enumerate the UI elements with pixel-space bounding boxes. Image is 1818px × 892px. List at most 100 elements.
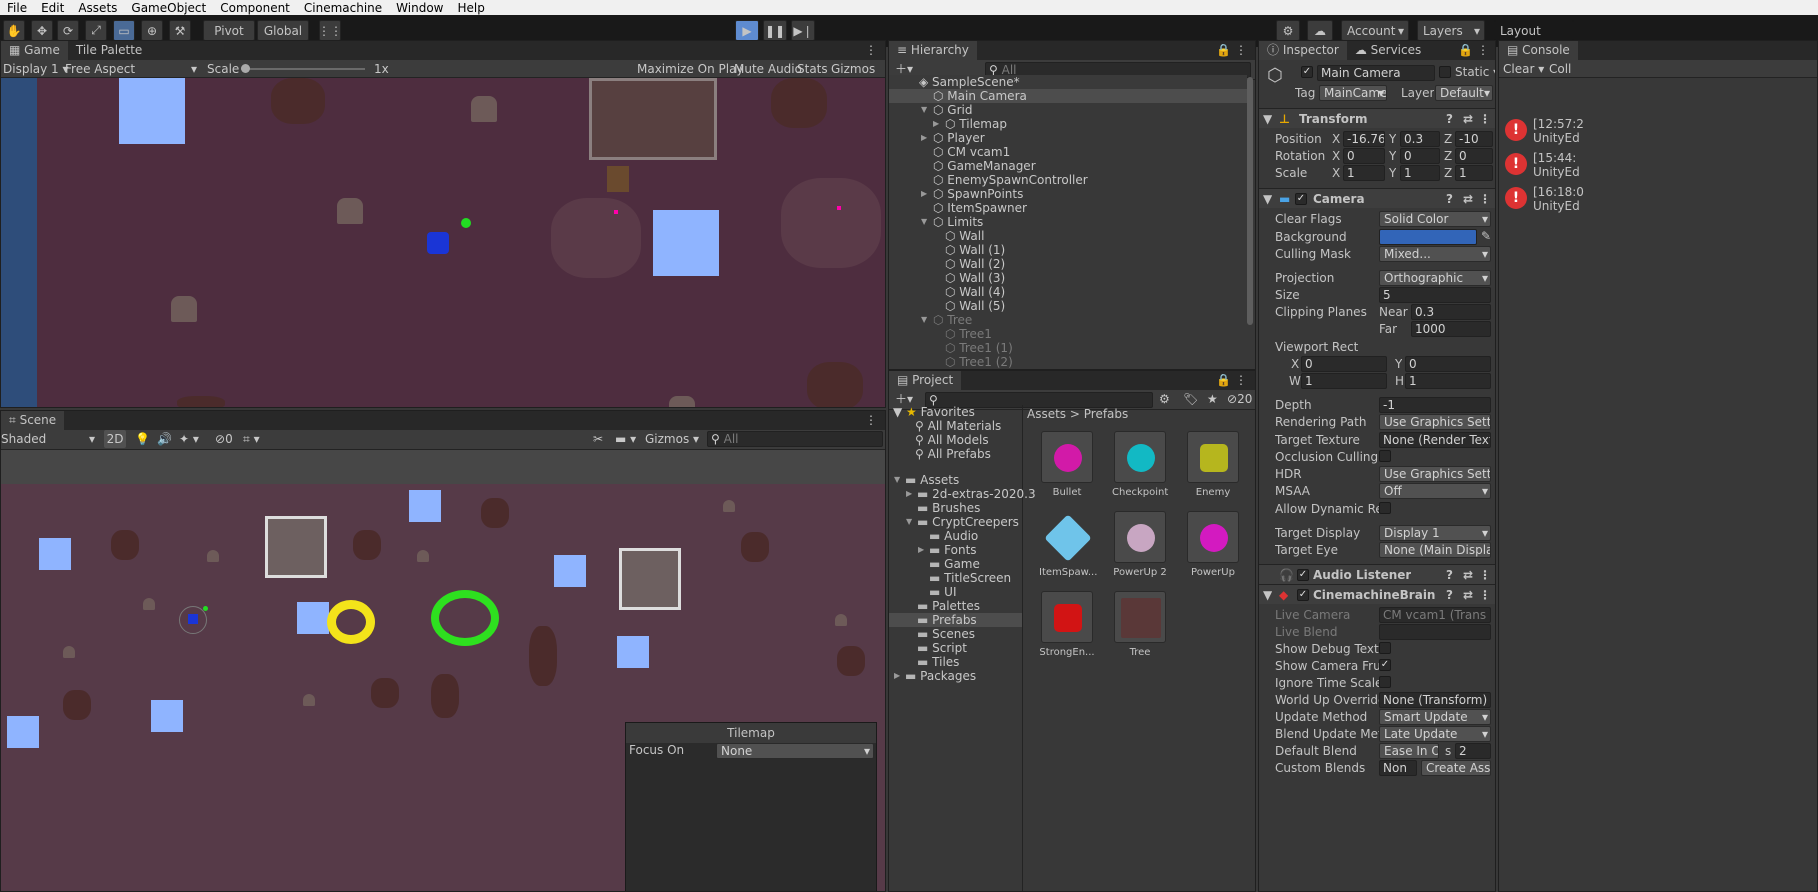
cloud-icon[interactable]: ☁ <box>1307 20 1333 41</box>
layout-dropdown[interactable]: Layout <box>1494 20 1574 41</box>
show-camera-frustum-checkbox[interactable]: ✓ <box>1379 659 1391 671</box>
effects-icon[interactable]: ✦ ▾ <box>179 430 199 448</box>
collapse-arrow-icon[interactable]: ▶ <box>906 487 912 501</box>
tab-services[interactable]: ☁ Services <box>1347 41 1429 60</box>
static-dropdown[interactable]: Static ▾ <box>1455 65 1495 79</box>
lock-icon[interactable]: 🔒 <box>1216 373 1231 387</box>
folder-item[interactable]: ▬ Script <box>889 641 1022 655</box>
move-tool-icon[interactable]: ✥ <box>31 20 53 41</box>
tab-game[interactable]: ▦ Game <box>1 41 68 60</box>
more-menu-icon[interactable]: ⋮ <box>1477 43 1489 57</box>
account-dropdown[interactable]: Account ▾ <box>1341 20 1409 41</box>
hierarchy-item[interactable]: ⬡ Tree1 (2) <box>889 355 1247 369</box>
hierarchy-item[interactable]: ⬡ Tree1 <box>889 327 1247 341</box>
folder-item[interactable]: ▼ ▬ Assets <box>889 473 1022 487</box>
camera-icon[interactable]: ▬ ▾ <box>615 430 636 448</box>
position-z-field[interactable]: -10 <box>1455 131 1493 147</box>
name-field[interactable]: Main Camera <box>1317 65 1435 81</box>
favorites-header[interactable]: ▼ ★ Favorites <box>889 405 1022 419</box>
audio-listener-checkbox[interactable]: ✓ <box>1297 569 1309 581</box>
far-field[interactable]: 1000 <box>1411 321 1491 337</box>
expand-arrow-icon[interactable]: ▼ <box>921 313 927 327</box>
scale-slider[interactable] <box>241 60 365 78</box>
aspect-dropdown[interactable]: Free Aspect ▾ <box>65 60 199 78</box>
tab-hierarchy[interactable]: ≡ Hierarchy <box>889 41 977 60</box>
transform-header[interactable]: ▼ ⊥ Transform ? ⇄ ⋮ <box>1259 108 1495 128</box>
menu-item-component[interactable]: Component <box>213 1 297 15</box>
scale-y-field[interactable]: 1 <box>1400 165 1440 181</box>
focus-on-dropdown[interactable]: None ▾ <box>716 743 874 759</box>
menu-item-file[interactable]: File <box>0 1 34 15</box>
target-display-dropdown[interactable]: Display 1 ▾ <box>1379 525 1491 541</box>
rect-tool-icon[interactable]: ▭ <box>113 20 135 41</box>
static-checkbox[interactable] <box>1439 66 1451 78</box>
step-button[interactable]: ▶❘ <box>791 20 815 41</box>
default-blend-dropdown[interactable]: Ease In O <box>1379 743 1439 759</box>
camera-enabled-checkbox[interactable]: ✓ <box>1295 193 1307 205</box>
menu-item-edit[interactable]: Edit <box>34 1 71 15</box>
tab-tile-palette[interactable]: Tile Palette <box>68 41 150 60</box>
console-entry[interactable]: [16:18:0 UnityEd <box>1533 185 1584 213</box>
hierarchy-item[interactable]: ▼ ⬡ Tree <box>889 313 1247 327</box>
grid-snap-icon[interactable]: ⋮⋮ <box>318 20 342 41</box>
hierarchy-item[interactable]: ⬡ Tree1 (1) <box>889 341 1247 355</box>
prefab-asset[interactable]: Enemy <box>1185 431 1241 498</box>
help-icon[interactable]: ? <box>1446 192 1453 206</box>
hierarchy-item[interactable]: ⬡ Main Camera <box>889 89 1247 103</box>
stats-toggle[interactable]: Stats <box>797 60 828 78</box>
update-method-dropdown[interactable]: Smart Update ▾ <box>1379 709 1491 725</box>
viewport-h-field[interactable]: 1 <box>1405 373 1491 389</box>
favorite-item[interactable]: ⚲ All Prefabs <box>889 447 1022 461</box>
menu-item-cinemachine[interactable]: Cinemachine <box>297 1 389 15</box>
help-icon[interactable]: ? <box>1446 588 1453 602</box>
hierarchy-item[interactable]: ⬡ Wall (1) <box>889 243 1247 257</box>
custom-blends-field[interactable]: Non <box>1379 760 1417 776</box>
hierarchy-item[interactable]: ⬡ GameManager <box>889 159 1247 173</box>
console-entry[interactable]: [15:44: UnityEd <box>1533 151 1580 179</box>
preset-icon[interactable]: ⇄ <box>1463 112 1473 126</box>
tag-dropdown[interactable]: MainCame ▾ <box>1319 85 1387 101</box>
menu-item-assets[interactable]: Assets <box>71 1 124 15</box>
size-field[interactable]: 5 <box>1379 287 1491 303</box>
folder-item[interactable]: ▶ ▬ 2d-extras-2020.3 <box>889 487 1036 501</box>
tools-icon[interactable]: ✂ <box>593 430 603 448</box>
more-menu-icon[interactable]: ⋮ <box>1479 588 1491 602</box>
hierarchy-item[interactable]: ⬡ Wall <box>889 229 1247 243</box>
hierarchy-item[interactable]: ▶ ⬡ Player <box>889 131 1247 145</box>
ignore-time-scale-checkbox[interactable] <box>1379 676 1391 688</box>
breadcrumb-prefabs[interactable]: Prefabs <box>1084 407 1129 421</box>
hand-tool-icon[interactable]: ✋ <box>3 20 25 41</box>
create-asset-button[interactable]: Create Asset <box>1421 760 1491 776</box>
pivot-toggle[interactable]: Pivot <box>203 20 255 41</box>
background-color-field[interactable] <box>1379 229 1477 245</box>
clear-dropdown[interactable]: Clear ▾ <box>1503 60 1544 78</box>
scene-root[interactable]: ◈ SampleScene* <box>889 75 1247 89</box>
preset-icon[interactable]: ⇄ <box>1463 588 1473 602</box>
default-blend-time-field[interactable]: 2 <box>1455 743 1491 759</box>
menu-item-help[interactable]: Help <box>451 1 492 15</box>
layer-dropdown[interactable]: Default ▾ <box>1435 85 1493 101</box>
eyedropper-icon[interactable]: ✎ <box>1481 229 1491 243</box>
expand-arrow-icon[interactable]: ▼ <box>921 215 927 229</box>
folder-item[interactable]: ▬ Brushes <box>889 501 1022 515</box>
collab-icon[interactable]: ⚙ <box>1276 20 1300 41</box>
folder-item[interactable]: ▬ Scenes <box>889 627 1022 641</box>
collapse-arrow-icon[interactable]: ▶ <box>894 669 900 683</box>
slider-handle[interactable] <box>241 64 250 73</box>
help-icon[interactable]: ? <box>1446 112 1453 126</box>
rotation-x-field[interactable]: 0 <box>1343 148 1385 164</box>
prefab-asset[interactable]: Bullet <box>1039 431 1095 498</box>
global-toggle[interactable]: Global <box>257 20 309 41</box>
msaa-dropdown[interactable]: Off ▾ <box>1379 483 1491 499</box>
scene-search-input[interactable]: ⚲ All <box>707 431 883 447</box>
folder-item[interactable]: ▬ Prefabs <box>889 613 1022 627</box>
shading-dropdown[interactable]: Shaded ▾ <box>1 430 97 448</box>
grid-icon[interactable]: ⌗ ▾ <box>243 430 260 448</box>
hierarchy-item[interactable]: ⬡ EnemySpawnController <box>889 173 1247 187</box>
more-menu-icon[interactable]: ⋮ <box>1479 192 1491 206</box>
brain-enabled-checkbox[interactable]: ✓ <box>1297 589 1309 601</box>
hdr-dropdown[interactable]: Use Graphics Settin <box>1379 466 1491 482</box>
hierarchy-scrollbar[interactable] <box>1247 77 1253 325</box>
viewport-y-field[interactable]: 0 <box>1405 356 1491 372</box>
hierarchy-item[interactable]: ⬡ CM vcam1 <box>889 145 1247 159</box>
